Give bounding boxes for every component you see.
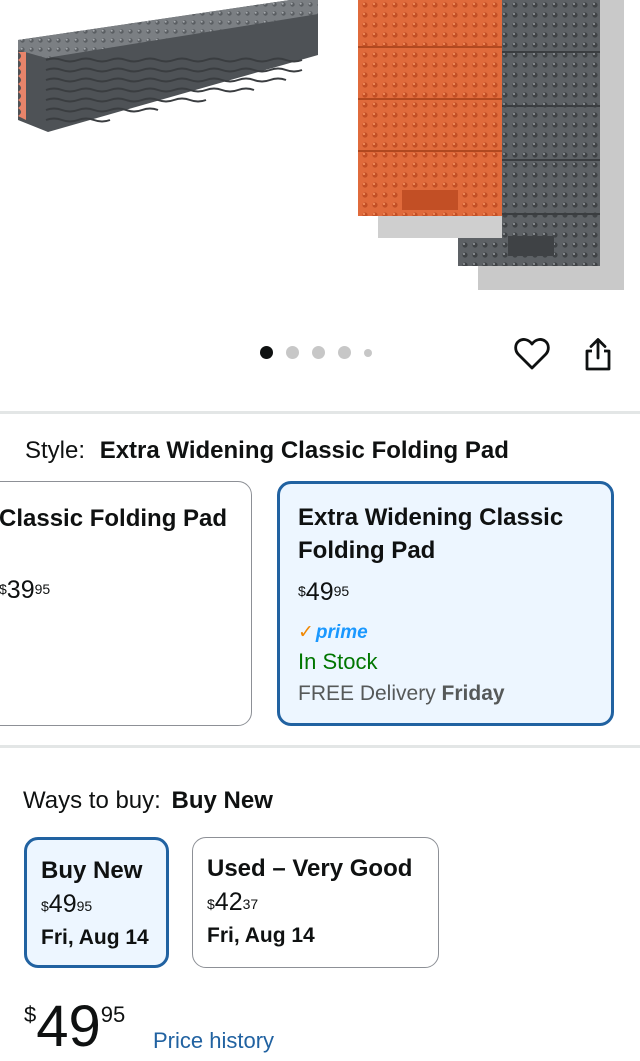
style-option-title: Classic Folding Pad xyxy=(0,505,228,532)
delivery-prefix: FREE Delivery xyxy=(298,682,436,705)
carousel-dot-1[interactable] xyxy=(260,346,273,359)
price-whole: 49 xyxy=(305,578,334,606)
buy-option-price: $4237 xyxy=(207,887,438,917)
style-option-extra-widening[interactable]: Extra Widening Classic Folding Pad $4995… xyxy=(277,481,614,726)
price-currency: $ xyxy=(41,898,49,914)
prime-label: prime xyxy=(315,621,368,643)
price-fraction: 37 xyxy=(242,896,259,912)
carousel-dot-2[interactable] xyxy=(286,346,299,359)
sleeping-pad-illustration xyxy=(18,0,624,290)
section-divider xyxy=(0,411,640,414)
price-whole: 39 xyxy=(6,576,35,604)
share-icon xyxy=(585,338,611,371)
price-fraction: 95 xyxy=(100,1002,126,1027)
ways-label: Ways to buy: xyxy=(23,787,161,814)
heart-icon xyxy=(514,338,550,370)
style-option-title: Extra Widening Classic Folding Pad xyxy=(298,504,564,564)
buy-option-date: Fri, Aug 14 xyxy=(41,926,149,949)
buy-option-title: Buy New xyxy=(41,857,143,884)
price-fraction: 95 xyxy=(76,898,93,914)
prime-check-icon: ✓ xyxy=(298,622,314,643)
buy-option-new[interactable]: Buy New $4995 Fri, Aug 14 xyxy=(24,837,169,968)
carousel-dot-4[interactable] xyxy=(338,346,351,359)
product-image[interactable] xyxy=(0,0,640,330)
buy-option-title: Used – Very Good xyxy=(207,855,413,882)
stock-status: In Stock xyxy=(298,649,378,674)
style-label: Style: xyxy=(25,437,86,464)
price-history-link[interactable]: Price history xyxy=(153,1028,274,1054)
carousel-dot-5[interactable] xyxy=(364,348,372,357)
price-whole: 49 xyxy=(36,994,101,1059)
price-whole: 49 xyxy=(48,890,77,918)
price-currency: $ xyxy=(0,581,7,597)
ways-to-buy-label: Ways to buy: Buy New xyxy=(23,787,273,815)
buy-option-date: Fri, Aug 14 xyxy=(207,924,315,947)
price-whole: 42 xyxy=(214,888,243,916)
carousel-dot-3[interactable] xyxy=(312,346,325,359)
buy-option-price: $4995 xyxy=(41,889,166,919)
style-selector-label: Style: Extra Widening Classic Folding Pa… xyxy=(25,437,509,465)
style-option-price: $3995 xyxy=(0,578,50,603)
price-currency: $ xyxy=(298,583,306,599)
section-divider xyxy=(0,745,640,748)
ways-selected-value: Buy New xyxy=(171,787,273,814)
delivery-info: FREE Delivery Friday xyxy=(298,682,505,706)
buy-option-used[interactable]: Used – Very Good $4237 Fri, Aug 14 xyxy=(192,837,439,968)
style-option-classic[interactable]: Classic Folding Pad $3995 xyxy=(0,481,252,726)
price-fraction: 95 xyxy=(333,583,350,599)
image-carousel-dots xyxy=(260,346,372,359)
price-currency: $ xyxy=(24,1002,37,1027)
prime-badge: ✓ prime xyxy=(298,621,368,644)
style-selected-value: Extra Widening Classic Folding Pad xyxy=(99,437,509,464)
delivery-day: Friday xyxy=(441,682,505,705)
style-option-price: $4995 xyxy=(298,580,349,605)
price-fraction: 95 xyxy=(34,581,51,597)
main-price: $ 49 95 xyxy=(24,998,125,1056)
add-to-list-button[interactable] xyxy=(511,333,553,375)
price-currency: $ xyxy=(207,896,215,912)
share-button[interactable] xyxy=(577,333,619,375)
